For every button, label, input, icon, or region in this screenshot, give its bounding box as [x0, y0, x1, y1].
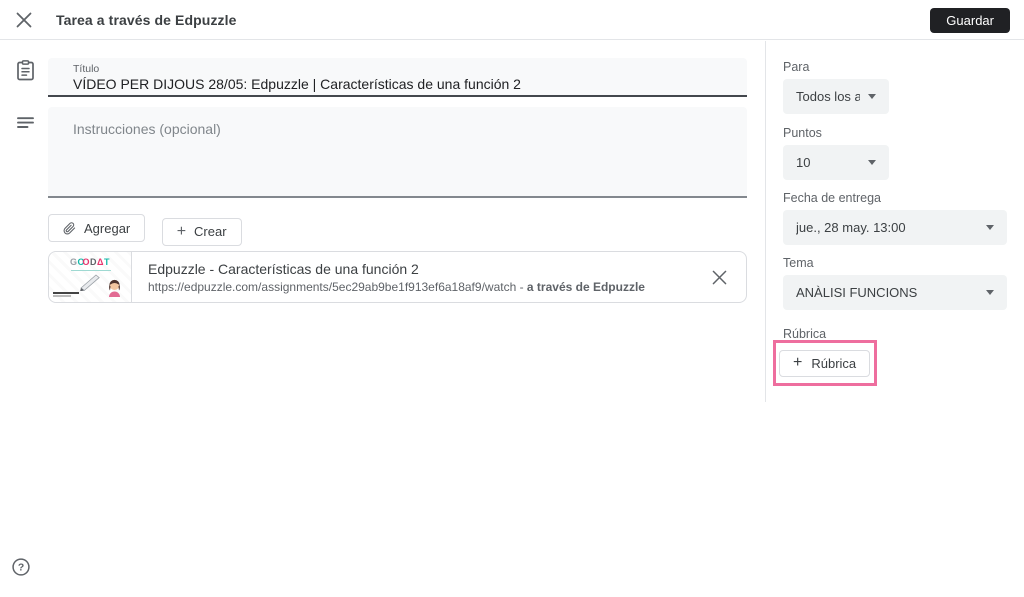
- rubrica-highlight-box: + Rúbrica: [773, 340, 877, 386]
- puntos-value: 10: [796, 155, 811, 170]
- fecha-label: Fecha de entrega: [783, 191, 881, 205]
- plus-icon: +: [793, 354, 803, 371]
- goodat-logo: GOODΔT: [69, 257, 110, 267]
- settings-sidebar: Para Todos los al... Puntos 10 Fecha de …: [765, 41, 1024, 402]
- plus-icon: +: [176, 222, 187, 240]
- attachment-title[interactable]: Edpuzzle - Características de una funció…: [148, 261, 645, 277]
- close-icon[interactable]: [16, 12, 32, 28]
- chevron-down-icon: [868, 160, 876, 165]
- paperclip-icon: [63, 221, 76, 236]
- attach-buttons-row: Agregar + Crear: [48, 214, 242, 246]
- tema-value: ANÀLISI FUNCIONS: [796, 285, 918, 300]
- tema-dropdown[interactable]: ANÀLISI FUNCIONS: [783, 275, 1007, 310]
- fecha-dropdown[interactable]: jue., 28 may. 13:00: [783, 210, 1007, 245]
- agregar-button[interactable]: Agregar: [48, 214, 146, 242]
- chevron-down-icon: [868, 94, 876, 99]
- remove-attachment-icon[interactable]: [712, 270, 728, 286]
- agregar-button-label: Agregar: [84, 220, 131, 236]
- fecha-value: jue., 28 may. 13:00: [796, 220, 906, 235]
- teacher-avatar: [107, 278, 122, 302]
- pencil-icon: [77, 271, 103, 296]
- save-button[interactable]: Guardar: [930, 8, 1010, 33]
- help-icon[interactable]: ?: [11, 557, 31, 582]
- para-value: Todos los al...: [796, 89, 860, 104]
- instructions-field: [48, 107, 747, 198]
- para-dropdown[interactable]: Todos los al...: [783, 79, 889, 114]
- title-field: Título: [48, 58, 747, 97]
- thumbnail-caption-lines: [53, 292, 79, 298]
- attachment-url-source: a través de Edpuzzle: [526, 279, 645, 294]
- puntos-label: Puntos: [783, 126, 822, 140]
- title-field-label: Título: [73, 63, 100, 75]
- top-bar: Tarea a través de Edpuzzle Guardar: [0, 0, 1024, 40]
- chevron-down-icon: [986, 225, 994, 230]
- para-label: Para: [783, 60, 810, 74]
- chevron-down-icon: [986, 290, 994, 295]
- add-rubrica-button[interactable]: + Rúbrica: [779, 349, 871, 377]
- attachment-thumbnail: GOODΔT: [49, 252, 132, 302]
- attachment-url: https://edpuzzle.com/assignments/5ec29ab…: [148, 279, 645, 294]
- attachment-info: Edpuzzle - Características de una funció…: [132, 252, 645, 302]
- crear-button[interactable]: + Crear: [161, 217, 242, 246]
- page-title: Tarea a través de Edpuzzle: [56, 12, 237, 28]
- rubrica-label: Rúbrica: [783, 327, 827, 341]
- tema-label: Tema: [783, 256, 814, 270]
- instructions-input[interactable]: [73, 121, 723, 187]
- crear-button-label: Crear: [194, 224, 227, 239]
- puntos-dropdown[interactable]: 10: [783, 145, 889, 180]
- svg-text:?: ?: [18, 563, 24, 574]
- attachment-card[interactable]: GOODΔT Edpuzzle - Características de una…: [48, 251, 747, 303]
- assignment-clipboard-icon: [16, 60, 35, 86]
- description-lines-icon: [17, 116, 35, 135]
- title-input[interactable]: [73, 75, 733, 93]
- rubrica-button-label: Rúbrica: [811, 355, 857, 371]
